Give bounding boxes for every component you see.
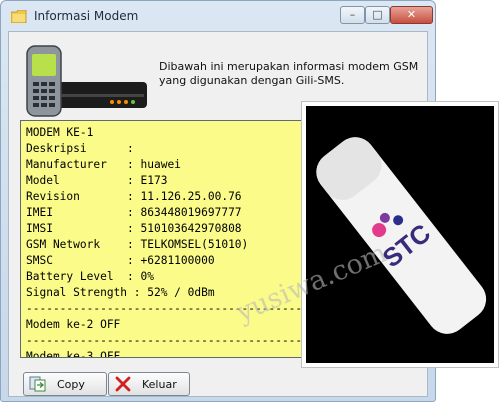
window-title: Informasi Modem — [34, 9, 139, 23]
memo-line: Modem ke-3 OFF — [26, 350, 121, 358]
memo-line: MODEM KE-1 — [26, 126, 94, 139]
usb-modem-image: STC — [316, 137, 487, 334]
photo-background: STC — [306, 106, 494, 363]
minimize-button[interactable]: – — [340, 6, 365, 24]
copy-button-label: Copy — [57, 378, 85, 391]
memo-line: IMEI : 863448019697777 — [26, 206, 242, 219]
phone-and-modem-icon — [26, 45, 147, 117]
usb-modem-photo: STC — [301, 101, 499, 368]
memo-line: ----------------------------------------… — [26, 334, 324, 347]
memo-line: Revision : 11.126.25.00.76 — [26, 190, 242, 203]
close-button[interactable]: ✕ — [390, 6, 433, 24]
info-description: Dibawah ini merupakan informasi modem GS… — [159, 60, 419, 87]
maximize-button[interactable]: □ — [365, 6, 390, 24]
title-bar[interactable]: Informasi Modem – □ ✕ — [1, 1, 435, 31]
close-x-icon — [115, 376, 131, 392]
memo-line: Model : E173 — [26, 174, 168, 187]
keluar-button[interactable]: Keluar — [108, 372, 190, 396]
memo-line: GSM Network : TELKOMSEL(51010) — [26, 238, 249, 251]
memo-line: IMSI : 510103642970808 — [26, 222, 242, 235]
modem-info-memo[interactable]: MODEM KE-1 Deskripsi : Manufacturer : hu… — [20, 120, 324, 358]
memo-line: Modem ke-2 OFF — [26, 318, 121, 331]
keluar-button-label: Keluar — [142, 378, 177, 391]
memo-line: Manufacturer : huawei — [26, 158, 181, 171]
memo-line: Deskripsi : — [26, 142, 134, 155]
copy-icon — [29, 376, 46, 392]
folder-icon — [11, 10, 27, 23]
copy-button[interactable]: Copy — [23, 372, 107, 396]
memo-line: SMSC : +6281100000 — [26, 254, 215, 267]
